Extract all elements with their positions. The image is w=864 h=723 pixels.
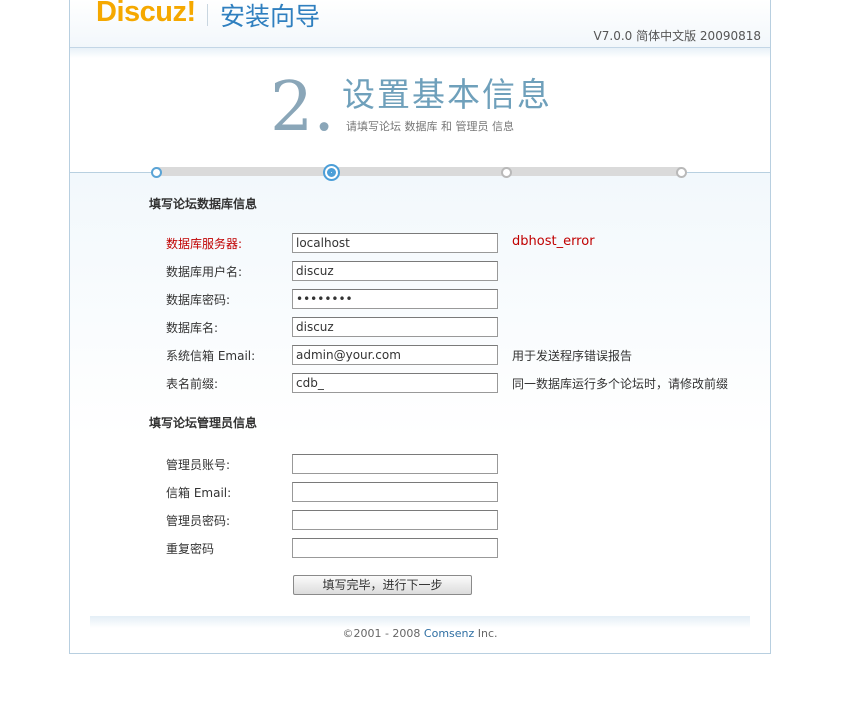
- submit-next-button[interactable]: 填写完毕，进行下一步: [293, 575, 472, 595]
- progress-step-1-dot: [150, 166, 162, 178]
- footer-suffix: Inc.: [477, 627, 498, 640]
- field-label: 数据库服务器:: [166, 237, 243, 251]
- installer-frame: Discuz! 安装向导 V7.0.0 简体中文版 20090818 2. 设置…: [69, 0, 771, 654]
- footer-company-link[interactable]: Comsenz: [424, 627, 474, 640]
- field-label: 管理员密码:: [166, 514, 231, 528]
- progress-step-3-dot: [500, 166, 512, 178]
- field-hint: 同一数据库运行多个论坛时，请修改前缀: [512, 377, 729, 391]
- admin-field-input[interactable]: [292, 454, 498, 474]
- logo-separator: [207, 4, 208, 26]
- admin-field-input[interactable]: [292, 482, 498, 502]
- form-row: 系统信箱 Email: 用于发送程序错误报告: [166, 345, 746, 365]
- field-label: 管理员账号:: [166, 458, 231, 472]
- form-row: 管理员账号:: [166, 454, 746, 474]
- form-row: 表名前缀: 同一数据库运行多个论坛时，请修改前缀: [166, 373, 746, 393]
- field-label: 信箱 Email:: [166, 486, 232, 500]
- form-row: 数据库服务器: dbhost_error: [166, 233, 746, 253]
- step-number: 2.: [270, 68, 335, 147]
- db-section-title: 填写论坛数据库信息: [149, 197, 258, 211]
- field-label: 系统信箱 Email:: [166, 349, 256, 363]
- step-heading: 2. 设置基本信息 请填写论坛 数据库 和 管理员 信息: [70, 58, 770, 172]
- field-label: 数据库密码:: [166, 293, 231, 307]
- admin-section-title: 填写论坛管理员信息: [149, 416, 258, 430]
- field-hint: 用于发送程序错误报告: [512, 349, 633, 363]
- progress-step-4-dot: [675, 166, 687, 178]
- header-shadow: [70, 48, 770, 58]
- field-label: 数据库用户名:: [166, 265, 243, 279]
- install-wizard-title: 安装向导: [220, 2, 321, 31]
- db-field-input[interactable]: [292, 345, 498, 365]
- footer-copyright: ©2001 - 2008: [342, 627, 421, 640]
- progress-track: [155, 167, 682, 176]
- form-row: 数据库密码:: [166, 289, 746, 309]
- db-field-input[interactable]: [292, 317, 498, 337]
- db-field-input[interactable]: [292, 261, 498, 281]
- field-label: 表名前缀:: [166, 377, 219, 391]
- db-field-input[interactable]: [292, 373, 498, 393]
- db-field-input[interactable]: [292, 233, 498, 253]
- version-label: V7.0.0 简体中文版 20090818: [593, 29, 761, 43]
- form-row: 数据库用户名:: [166, 261, 746, 281]
- admin-field-input[interactable]: [292, 510, 498, 530]
- discuz-logo: Discuz!: [96, 0, 196, 28]
- form-row: 重复密码: [166, 538, 746, 558]
- progress-step-2-dot: [322, 163, 340, 181]
- form-row: 管理员密码:: [166, 510, 746, 530]
- form-row: 信箱 Email:: [166, 482, 746, 502]
- field-label: 数据库名:: [166, 321, 219, 335]
- field-label: 重复密码: [166, 542, 215, 556]
- field-error-message: dbhost_error: [512, 234, 595, 249]
- admin-field-input[interactable]: [292, 538, 498, 558]
- footer: ©2001 - 2008 Comsenz Inc.: [70, 627, 770, 640]
- form-row: 数据库名:: [166, 317, 746, 337]
- header: Discuz! 安装向导 V7.0.0 简体中文版 20090818: [70, 0, 770, 48]
- step-title: 设置基本信息: [342, 75, 552, 114]
- step-subtitle: 请填写论坛 数据库 和 管理员 信息: [346, 120, 514, 133]
- db-field-input[interactable]: [292, 289, 498, 309]
